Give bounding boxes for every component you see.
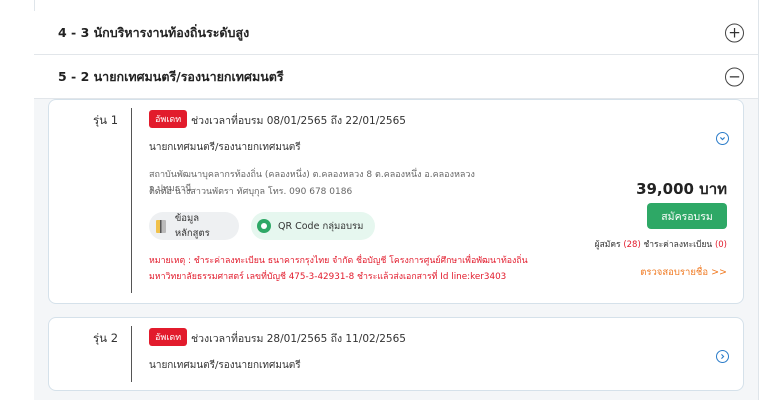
course-card-gen-1: รุ่น 1 อัพเดท ช่วงเวลาที่อบรม 08/01/2565… (48, 99, 744, 304)
training-period: ช่วงเวลาที่อบรม 08/01/2565 ถึง 22/01/256… (191, 115, 406, 127)
chevron-right-icon[interactable] (716, 350, 729, 363)
target-position: นายกเทศมนตรี/รองนายกเทศมนตรี (149, 360, 301, 371)
course-card-gen-2: รุ่น 2 อัพเดท ช่วงเวลาที่อบรม 28/01/2565… (48, 317, 744, 391)
paid-count: (0) (714, 240, 727, 250)
payment-note: หมายเหตุ : ชำระค่าลงทะเบียน ธนาคารกรุงไท… (149, 256, 528, 266)
registration-stats: ผู้สมัคร (28) ชำระค่าลงทะเบียน (0) (595, 237, 727, 251)
accordion-header-section-5-2[interactable]: 5 - 2 นายกเทศมนตรี/รองนายกเทศมนตรี − (34, 55, 758, 99)
contact-info: ติดต่อ นางสาวนพัตรา ทัศบุกุล โทร. 090 67… (149, 187, 353, 197)
course-info-button[interactable]: ข้อมูลหลักสูตร (149, 212, 239, 240)
applicants-label: ผู้สมัคร (594, 240, 621, 250)
collapse-minus-icon[interactable]: − (725, 67, 744, 86)
update-badge: อัพเดท (149, 110, 188, 128)
qr-code-icon (257, 219, 271, 233)
applicants-count: (28) (623, 240, 641, 250)
generation-label: รุ่น 2 (93, 331, 119, 345)
target-position: นายกเทศมนตรี/รองนายกเทศมนตรี (149, 142, 301, 153)
qr-code-group-button[interactable]: QR Code กลุ่มอบรม (251, 212, 375, 240)
book-icon (155, 219, 168, 233)
divider (131, 326, 132, 382)
apply-button[interactable]: สมัครอบรม (647, 203, 727, 229)
container-right-border (758, 0, 759, 400)
qr-code-label: QR Code กลุ่มอบรม (278, 220, 364, 232)
divider (131, 108, 132, 293)
expand-plus-icon[interactable]: + (725, 23, 744, 42)
accordion-header-section-4-3[interactable]: 4 - 3 นักบริหารงานท้องถิ่นระดับสูง + (34, 11, 758, 55)
section-title: 4 - 3 นักบริหารงานท้องถิ่นระดับสูง (58, 24, 250, 40)
check-names-link[interactable]: ตรวจสอบรายชื่อ >> (640, 265, 727, 280)
course-info-label: ข้อมูลหลักสูตร (174, 213, 210, 239)
course-price: 39,000 บาท (636, 180, 727, 198)
payment-note-account: มหาวิทยาลัยธรรมศาสตร์ เลขที่บัญชี 475-3-… (149, 272, 507, 282)
training-period: ช่วงเวลาที่อบรม 28/01/2565 ถึง 11/02/256… (191, 333, 406, 345)
section-title: 5 - 2 นายกเทศมนตรี/รองนายกเทศมนตรี (58, 68, 284, 84)
accordion-body-section-5-2: รุ่น 1 อัพเดท ช่วงเวลาที่อบรม 08/01/2565… (34, 99, 758, 400)
chevron-down-icon[interactable] (716, 132, 729, 145)
paid-label: ชำระค่าลงทะเบียน (643, 240, 713, 250)
update-badge: อัพเดท (149, 328, 188, 346)
generation-label: รุ่น 1 (93, 113, 119, 127)
